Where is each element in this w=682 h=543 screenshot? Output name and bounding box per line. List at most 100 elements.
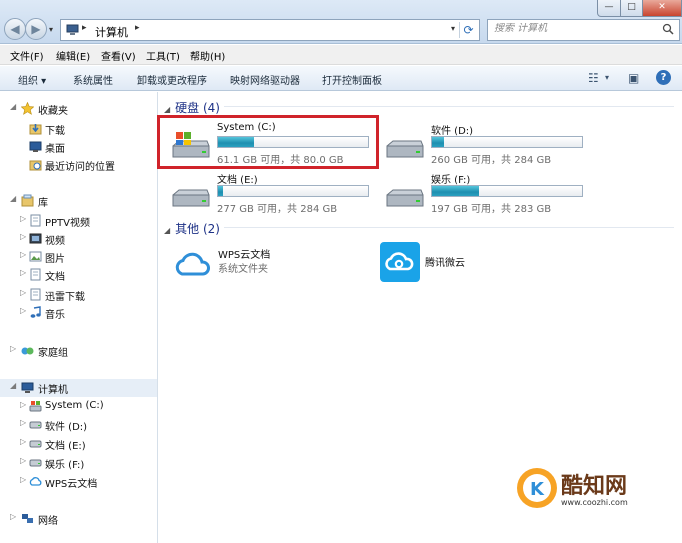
group-header-hard-disks[interactable]: ◢ 硬盘 (4) xyxy=(164,99,220,116)
collapse-icon[interactable]: ◢ xyxy=(10,194,16,203)
menu-view[interactable]: 查看(V) xyxy=(101,48,136,63)
map-network-drive-button[interactable]: 映射网络驱动器 xyxy=(230,72,300,87)
document-icon xyxy=(30,288,41,301)
expand-icon[interactable]: ▷ xyxy=(20,306,26,315)
menu-file[interactable]: 文件(F) xyxy=(10,48,44,63)
collapse-icon[interactable]: ◢ xyxy=(10,102,16,111)
recent-pages-dropdown[interactable]: ▾ xyxy=(49,25,53,34)
expand-icon[interactable]: ▷ xyxy=(20,288,26,297)
annotation-highlight-box xyxy=(157,115,379,169)
drive-icon xyxy=(29,440,42,448)
drive-icon xyxy=(386,189,424,207)
search-box[interactable] xyxy=(487,19,680,41)
watermark-url: www.coozhi.com xyxy=(561,498,628,507)
nav-label: 网络 xyxy=(38,516,58,527)
nav-label: 软件 (D:) xyxy=(45,422,88,433)
drive-icon xyxy=(386,140,424,158)
nav-label: 图片 xyxy=(45,254,65,265)
drive-item-d[interactable]: 软件 (D:) 260 GB 可用，共 284 GB xyxy=(381,122,583,166)
network-icon xyxy=(22,514,33,523)
coozhi-logo-icon: K xyxy=(517,468,557,508)
homegroup-icon xyxy=(21,347,34,355)
organize-button[interactable]: 组织 ▾ xyxy=(18,72,46,87)
nav-item-drive-e[interactable]: ▷ 文档 (E:) xyxy=(0,435,157,453)
item-subtitle: 系统文件夹 xyxy=(218,264,268,275)
nav-favorites[interactable]: ◢ 收藏夹 xyxy=(0,100,157,118)
forward-button[interactable]: ▶ xyxy=(25,18,47,40)
expand-icon[interactable]: ▷ xyxy=(20,250,26,259)
menu-tools[interactable]: 工具(T) xyxy=(146,48,180,63)
nav-item-drive-d[interactable]: ▷ 软件 (D:) xyxy=(0,416,157,434)
help-icon[interactable]: ? xyxy=(656,70,671,85)
drive-item-f[interactable]: 娱乐 (F:) 197 GB 可用，共 283 GB xyxy=(381,171,583,215)
nav-libraries[interactable]: ◢ 库 xyxy=(0,192,157,210)
breadcrumb-chevron-icon[interactable]: ▸ xyxy=(135,23,140,33)
download-folder-icon xyxy=(29,124,42,135)
expand-icon[interactable]: ▷ xyxy=(10,344,16,353)
search-icon[interactable] xyxy=(662,23,674,35)
nav-item-wps-cloud[interactable]: ▷ WPS云文档 xyxy=(0,473,157,491)
nav-homegroup[interactable]: ▷ 家庭组 xyxy=(0,342,157,360)
back-button[interactable]: ◀ xyxy=(4,18,26,40)
desktop-icon xyxy=(29,141,42,152)
nav-item-documents[interactable]: ▷ 文档 xyxy=(0,266,157,284)
nav-item-music[interactable]: ▷ 音乐 xyxy=(0,304,157,322)
close-button[interactable]: ✕ xyxy=(642,0,682,17)
view-dropdown-icon[interactable]: ▾ xyxy=(605,73,609,82)
expand-icon[interactable]: ▷ xyxy=(20,268,26,277)
expand-icon[interactable]: ▷ xyxy=(20,400,26,409)
expand-icon[interactable]: ▷ xyxy=(10,512,16,521)
nav-item-drive-c[interactable]: ▷ System (C:) xyxy=(0,398,157,416)
nav-item-videos[interactable]: ▷ 视频 xyxy=(0,230,157,248)
picture-icon xyxy=(29,251,42,262)
address-dropdown-icon[interactable]: ▾ xyxy=(451,24,455,33)
document-icon xyxy=(30,268,41,281)
nav-label: 库 xyxy=(38,198,48,209)
minimize-button[interactable]: — xyxy=(597,0,621,17)
nav-label: 最近访问的位置 xyxy=(45,162,115,173)
menu-edit[interactable]: 编辑(E) xyxy=(56,48,90,63)
nav-item-thunder-downloads[interactable]: ▷ 迅雷下载 xyxy=(0,286,157,304)
item-name: 腾讯微云 xyxy=(425,258,465,269)
open-control-panel-button[interactable]: 打开控制面板 xyxy=(322,72,382,87)
breadcrumb-computer[interactable]: 计算机 xyxy=(95,24,128,40)
expand-icon[interactable]: ▷ xyxy=(20,456,26,465)
nav-item-pictures[interactable]: ▷ 图片 xyxy=(0,248,157,266)
nav-item-downloads[interactable]: 下载 xyxy=(0,120,157,138)
address-bar[interactable]: ▸ 计算机 ▸ ▾ ⟳ xyxy=(60,19,480,41)
document-icon xyxy=(30,214,41,227)
refresh-icon[interactable]: ⟳ xyxy=(459,22,477,38)
change-view-icon[interactable]: ☷ xyxy=(588,71,599,85)
wps-cloud-item[interactable]: WPS云文档 系统文件夹 xyxy=(173,242,353,282)
group-header-other[interactable]: ◢ 其他 (2) xyxy=(164,220,220,237)
nav-item-pptv[interactable]: ▷ PPTV视频 xyxy=(0,212,157,230)
menu-help[interactable]: 帮助(H) xyxy=(190,48,225,63)
search-input[interactable] xyxy=(494,23,654,34)
nav-network[interactable]: ▷ 网络 xyxy=(0,510,157,528)
collapse-icon[interactable]: ◢ xyxy=(164,226,170,235)
preview-pane-icon[interactable]: ▣ xyxy=(628,71,639,85)
expand-icon[interactable]: ▷ xyxy=(20,418,26,427)
group-title: 硬盘 (4) xyxy=(175,101,220,115)
breadcrumb-separator-icon[interactable]: ▸ xyxy=(82,23,87,33)
drive-size-text: 197 GB 可用，共 283 GB xyxy=(431,204,552,215)
nav-item-recent[interactable]: 最近访问的位置 xyxy=(0,156,157,174)
nav-computer[interactable]: ◢ 计算机 xyxy=(0,379,157,397)
maximize-button[interactable]: □ xyxy=(620,0,643,17)
collapse-icon[interactable]: ◢ xyxy=(164,105,170,114)
drive-item-e[interactable]: 文档 (E:) 277 GB 可用，共 284 GB xyxy=(167,171,369,215)
nav-item-desktop[interactable]: 桌面 xyxy=(0,138,157,156)
system-properties-button[interactable]: 系统属性 xyxy=(73,72,113,87)
uninstall-program-button[interactable]: 卸载或更改程序 xyxy=(137,72,207,87)
nav-label: 收藏夹 xyxy=(38,106,68,117)
nav-item-drive-f[interactable]: ▷ 娱乐 (F:) xyxy=(0,454,157,472)
weiyun-icon xyxy=(380,242,420,282)
drive-usage-fill xyxy=(432,186,479,196)
collapse-icon[interactable]: ◢ xyxy=(10,381,16,390)
expand-icon[interactable]: ▷ xyxy=(20,214,26,223)
expand-icon[interactable]: ▷ xyxy=(20,232,26,241)
wps-cloud-icon xyxy=(175,252,210,276)
tencent-weiyun-item[interactable]: 腾讯微云 xyxy=(380,242,540,282)
expand-icon[interactable]: ▷ xyxy=(20,475,26,484)
expand-icon[interactable]: ▷ xyxy=(20,437,26,446)
